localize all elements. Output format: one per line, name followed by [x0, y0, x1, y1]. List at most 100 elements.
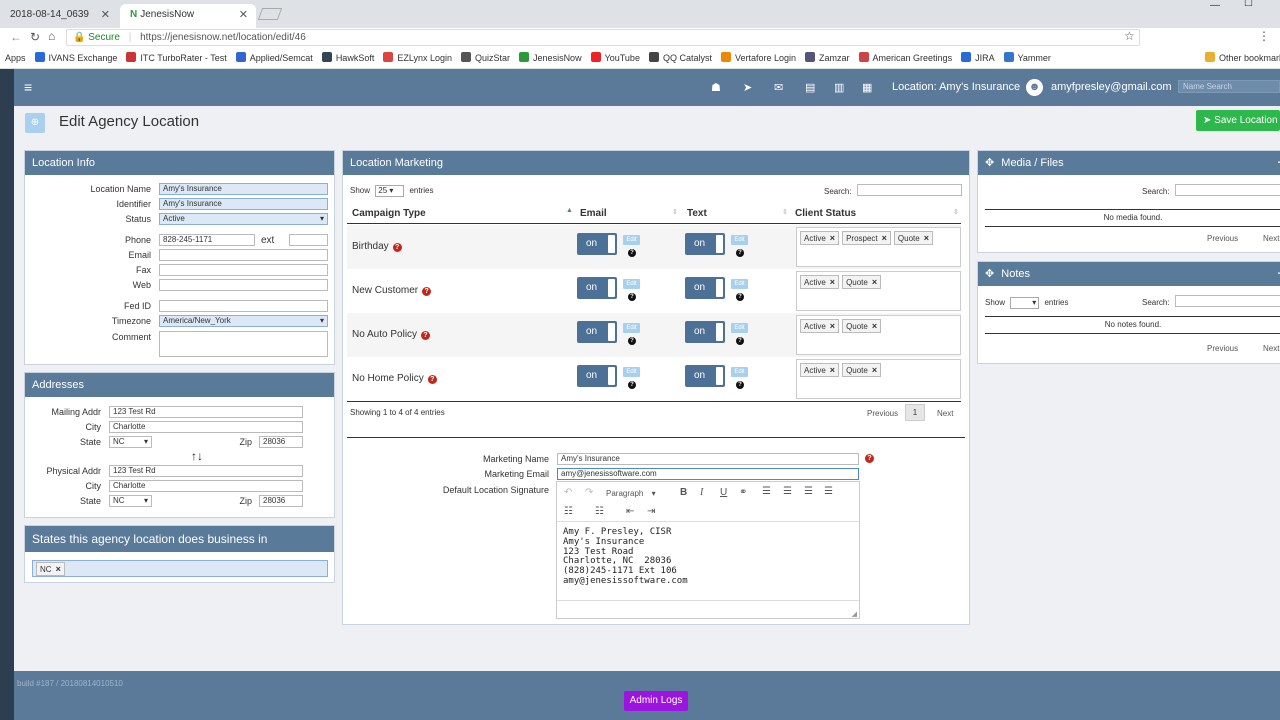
- bookmark-item[interactable]: EZLynx Login: [383, 48, 452, 68]
- bookmark-item[interactable]: Vertafore Login: [720, 48, 796, 68]
- align-center-icon[interactable]: ☰: [783, 486, 792, 497]
- email-toggle[interactable]: on: [577, 321, 617, 343]
- web-input[interactable]: [159, 279, 328, 291]
- sort-asc-icon[interactable]: ▲: [566, 207, 573, 214]
- help-icon[interactable]: ?: [865, 454, 874, 463]
- marketing-name-input[interactable]: Amy's Insurance: [557, 453, 859, 465]
- media-next-link[interactable]: Next: [1263, 234, 1279, 243]
- underline-icon[interactable]: U: [720, 487, 727, 498]
- column-text[interactable]: Text: [687, 208, 707, 219]
- remove-tag-icon[interactable]: ×: [924, 233, 929, 243]
- minimize-icon[interactable]: —: [1210, 0, 1220, 11]
- email-toggle[interactable]: on: [577, 365, 617, 387]
- notes-next-link[interactable]: Next: [1263, 344, 1279, 353]
- justify-icon[interactable]: ☰: [824, 486, 833, 497]
- email-input[interactable]: [159, 249, 328, 261]
- indent-icon[interactable]: ⇥: [647, 506, 655, 517]
- previous-link[interactable]: Previous: [867, 409, 898, 418]
- ext-input[interactable]: [289, 234, 328, 246]
- bookmark-item[interactable]: JenesisNow: [519, 48, 582, 68]
- maximize-icon[interactable]: ☐: [1244, 0, 1253, 9]
- signature-content[interactable]: Amy F. Presley, CISR Amy's Insurance 123 T…: [563, 527, 853, 587]
- back-icon[interactable]: ←: [10, 30, 22, 44]
- column-client-status[interactable]: Client Status: [795, 208, 856, 219]
- new-tab-button[interactable]: [257, 8, 283, 20]
- text-edit-button[interactable]: Edit: [731, 323, 748, 333]
- align-left-icon[interactable]: ☰: [762, 486, 771, 497]
- home-icon[interactable]: ⌂: [48, 29, 55, 43]
- help-icon[interactable]: ?: [628, 293, 636, 301]
- email-toggle[interactable]: on: [577, 277, 617, 299]
- help-icon[interactable]: ?: [421, 331, 431, 340]
- bookmark-item[interactable]: ITC TurboRater - Test: [126, 48, 227, 68]
- help-icon[interactable]: ?: [736, 249, 744, 257]
- redo-icon[interactable]: ↷: [585, 487, 593, 498]
- email-toggle[interactable]: on: [577, 233, 617, 255]
- bookmark-item[interactable]: HawkSoft: [321, 48, 374, 68]
- help-icon[interactable]: ?: [736, 337, 744, 345]
- text-toggle[interactable]: on: [685, 233, 725, 255]
- location-label[interactable]: Location: Amy's Insurance: [892, 81, 1020, 93]
- bookmark-item[interactable]: IVANS Exchange: [34, 48, 117, 68]
- client-status-tags[interactable]: Active × Prospect × Quote ×: [796, 227, 961, 267]
- bookmark-item[interactable]: Other bookmarks: [1205, 48, 1280, 68]
- url-field[interactable]: 🔒 Secure | https://jenesisnow.net/locati…: [66, 29, 1140, 46]
- remove-tag-icon[interactable]: ×: [872, 277, 877, 287]
- hamburger-menu-icon[interactable]: ≡: [24, 79, 32, 95]
- bookmark-item[interactable]: Yammer: [1003, 48, 1051, 68]
- sort-icon[interactable]: ⇕: [782, 208, 788, 216]
- remove-tag-icon[interactable]: ×: [882, 233, 887, 243]
- undo-icon[interactable]: ↶: [564, 487, 572, 498]
- close-icon[interactable]: ✕: [239, 4, 248, 26]
- save-location-button[interactable]: ➤ Save Location: [1196, 110, 1280, 131]
- users-icon[interactable]: ☗: [711, 81, 721, 94]
- help-icon[interactable]: ?: [736, 293, 744, 301]
- help-icon[interactable]: ?: [392, 243, 402, 252]
- numbered-list-icon[interactable]: ☷: [595, 506, 604, 517]
- help-icon[interactable]: ?: [628, 337, 636, 345]
- link-icon[interactable]: ⚭: [739, 487, 747, 498]
- page-1-button[interactable]: 1: [905, 404, 925, 421]
- fax-input[interactable]: [159, 264, 328, 276]
- text-edit-button[interactable]: Edit: [731, 367, 748, 377]
- physical-zip-input[interactable]: 28036: [259, 495, 303, 507]
- bullet-list-icon[interactable]: ☷: [564, 506, 573, 517]
- client-status-tags[interactable]: Active × Quote ×: [796, 359, 961, 399]
- notes-page-size-select[interactable]: ▾: [1010, 297, 1040, 309]
- help-icon[interactable]: ?: [427, 375, 437, 384]
- browser-tab-active[interactable]: N JenesisNow ✕: [120, 4, 256, 28]
- mailing-addr-input[interactable]: 123 Test Rd: [109, 406, 303, 418]
- identifier-input[interactable]: Amy's Insurance: [159, 198, 328, 210]
- location-name-input[interactable]: Amy's Insurance: [159, 183, 328, 195]
- states-tag-input[interactable]: NC ×: [32, 560, 328, 577]
- phone-input[interactable]: 828-245-1171: [159, 234, 255, 246]
- physical-addr-input[interactable]: 123 Test Rd: [109, 465, 303, 477]
- email-edit-button[interactable]: Edit: [623, 367, 640, 377]
- timezone-select[interactable]: America/New_York ▾: [159, 315, 328, 327]
- bookmark-item[interactable]: JIRA: [961, 48, 995, 68]
- move-icon[interactable]: ✥: [985, 157, 997, 169]
- text-toggle[interactable]: on: [685, 365, 725, 387]
- client-status-tags[interactable]: Active × Quote ×: [796, 271, 961, 311]
- media-previous-link[interactable]: Previous: [1207, 234, 1238, 243]
- bookmark-item[interactable]: QQ Catalyst: [648, 48, 712, 68]
- back-button[interactable]: ⊕: [25, 113, 45, 133]
- bold-icon[interactable]: B: [680, 487, 687, 498]
- calendar-icon[interactable]: ▦: [862, 81, 872, 94]
- italic-icon[interactable]: I: [700, 487, 703, 498]
- bookmark-item[interactable]: YouTube: [590, 48, 640, 68]
- bookmark-item[interactable]: Apps: [5, 48, 26, 68]
- text-edit-button[interactable]: Edit: [731, 279, 748, 289]
- sort-icon[interactable]: ⇕: [953, 208, 959, 216]
- text-toggle[interactable]: on: [685, 321, 725, 343]
- close-icon[interactable]: ✕: [101, 4, 110, 26]
- copy-address-icon[interactable]: ↑↓: [191, 449, 203, 463]
- name-search-input[interactable]: Name Search: [1178, 80, 1280, 93]
- building-icon[interactable]: ▥: [834, 81, 844, 94]
- bookmark-item[interactable]: Zamzar: [805, 48, 850, 68]
- user-email[interactable]: amyfpresley@gmail.com: [1051, 81, 1172, 93]
- notes-search-input[interactable]: [1175, 295, 1280, 307]
- format-select[interactable]: Paragraph ▾: [606, 489, 656, 498]
- bookmark-item[interactable]: QuizStar: [461, 48, 510, 68]
- help-icon[interactable]: ?: [736, 381, 744, 389]
